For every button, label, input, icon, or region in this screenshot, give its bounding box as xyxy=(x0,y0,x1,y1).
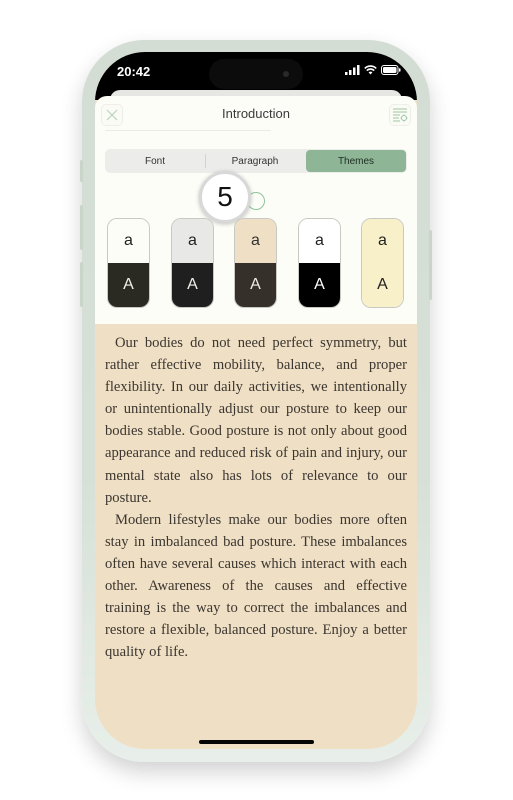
theme-sample-small: a xyxy=(235,219,276,263)
theme-options: a A a A a A a A a A xyxy=(107,218,407,310)
theme-sample-small: a xyxy=(172,219,213,263)
side-button-power xyxy=(429,230,432,300)
step-number-badge: 5 xyxy=(199,171,251,223)
cellular-signal-icon xyxy=(345,65,360,75)
theme-option-white-black[interactable]: a A xyxy=(298,218,341,308)
theme-sample-small: a xyxy=(362,219,403,263)
tab-font[interactable]: Font xyxy=(105,149,205,173)
theme-option-gray-dark[interactable]: a A xyxy=(171,218,214,308)
page-title: Introduction xyxy=(222,106,290,121)
status-time: 20:42 xyxy=(117,64,151,79)
side-button-volume-up xyxy=(80,205,83,250)
title-divider xyxy=(105,130,271,131)
battery-icon xyxy=(381,65,401,75)
tab-themes[interactable]: Themes xyxy=(306,150,406,172)
theme-sample-large: A xyxy=(299,263,340,307)
wifi-icon xyxy=(364,65,377,75)
theme-option-sepia-dark[interactable]: a A xyxy=(234,218,277,308)
theme-option-white-dark[interactable]: a A xyxy=(107,218,150,308)
reading-content: Our bodies do not need perfect symmetry,… xyxy=(105,332,407,663)
theme-sample-large: A xyxy=(108,263,149,307)
theme-sample-large: A xyxy=(362,263,403,307)
text-settings-icon xyxy=(393,108,408,122)
settings-tabs: Font Paragraph Themes xyxy=(105,149,407,173)
theme-sample-small: a xyxy=(299,219,340,263)
theme-sample-large: A xyxy=(172,263,213,307)
theme-sample-large: A xyxy=(235,263,276,307)
home-indicator[interactable] xyxy=(199,740,314,744)
paragraph: Our bodies do not need perfect symmetry,… xyxy=(105,335,407,506)
text-settings-button[interactable] xyxy=(389,104,411,126)
theme-sample-small: a xyxy=(108,219,149,263)
paragraph: Modern lifestyles make our bodies more o… xyxy=(105,511,407,661)
theme-option-cream[interactable]: a A xyxy=(361,218,404,308)
camera-icon xyxy=(283,71,289,77)
status-icons xyxy=(345,65,401,75)
side-button-volume-down xyxy=(80,262,83,307)
reader-settings-panel: Introduction Font Paragraph Themes 5 a A… xyxy=(95,96,417,324)
tab-paragraph[interactable]: Paragraph xyxy=(205,149,305,173)
dynamic-island xyxy=(209,59,303,89)
phone-screen: 20:42 Introduction Font Paragraph Themes… xyxy=(95,52,417,749)
side-button-action xyxy=(80,160,83,182)
